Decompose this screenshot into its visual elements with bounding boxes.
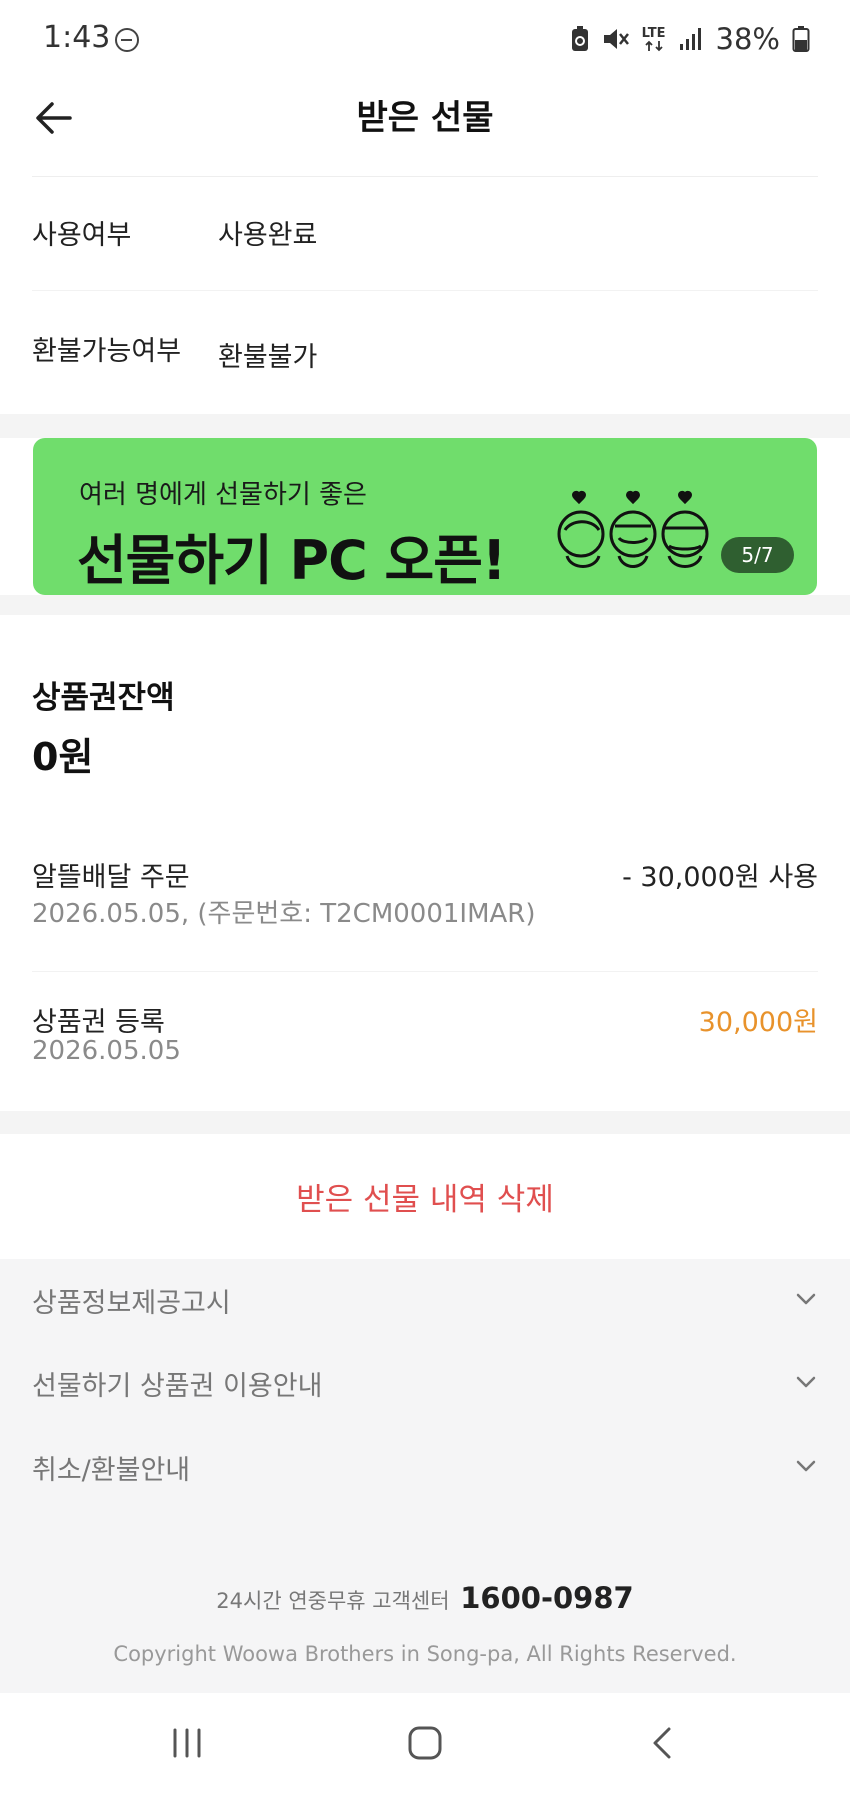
- do-not-disturb-icon: [115, 28, 139, 52]
- mute-icon: [602, 26, 630, 52]
- transaction-date: 2026.05.05, (주문번호: T2CM0001IMAR): [32, 899, 536, 929]
- banner-subtitle: 여러 명에게 선물하기 좋은: [79, 480, 367, 510]
- chevron-down-icon: [796, 1376, 816, 1388]
- transaction-amount: 30,000원: [698, 1007, 818, 1038]
- refund-status-label: 환불가능여부: [32, 336, 182, 367]
- section-gap: [0, 414, 850, 438]
- footer: 상품정보제공고시 선물하기 상품권 이용안내 취소/환불안내 24시간 연중무휴…: [0, 1259, 850, 1693]
- home-button[interactable]: [395, 1718, 455, 1768]
- transaction-title: 알뜰배달 주문: [32, 862, 190, 893]
- customer-service-text: 24시간 연중무휴 고객센터: [216, 1589, 450, 1613]
- lte-label: LTE: [641, 25, 666, 41]
- refund-status-value: 환불불가: [218, 342, 318, 373]
- recent-apps-button[interactable]: [157, 1718, 217, 1768]
- delete-gift-history-button[interactable]: 받은 선물 내역 삭제: [0, 1134, 850, 1259]
- nav-back-button[interactable]: [632, 1718, 692, 1768]
- banner-title: 선물하기 PC 오픈!: [77, 529, 507, 592]
- usage-status-label: 사용여부: [32, 220, 132, 251]
- transaction-item: 알뜰배달 주문 2026.05.05, (주문번호: T2CM0001IMAR)…: [32, 855, 818, 945]
- accordion-refund-guide[interactable]: 취소/환불안내: [32, 1434, 818, 1494]
- section-gap: [0, 1111, 850, 1134]
- accordion-product-info[interactable]: 상품정보제공고시: [32, 1267, 818, 1327]
- signal-icon: [678, 26, 704, 52]
- status-icons: LTE 38%: [570, 22, 810, 56]
- battery-percent: 38%: [715, 22, 780, 56]
- copyright: Copyright Woowa Brothers in Song-pa, All…: [113, 1642, 737, 1666]
- header-divider: [32, 176, 818, 177]
- lte-icon: LTE: [642, 27, 666, 52]
- accordion-label: 상품정보제공고시: [32, 1288, 231, 1319]
- row-divider: [32, 971, 818, 972]
- refund-status-row: 환불가능여부 환불불가: [32, 329, 818, 389]
- usage-status-row: 사용여부 사용완료: [32, 213, 818, 273]
- promo-banner[interactable]: 여러 명에게 선물하기 좋은 선물하기 PC 오픈! 5/7: [33, 438, 817, 595]
- page-title: 받은 선물: [356, 98, 494, 138]
- status-bar: 1:43 LTE 38%: [0, 0, 850, 80]
- balance-label: 상품권잔액: [32, 680, 175, 716]
- chevron-down-icon: [796, 1460, 816, 1472]
- battery-icon: [792, 25, 810, 53]
- accordion-label: 선물하기 상품권 이용안내: [32, 1371, 323, 1402]
- transaction-date: 2026.05.05: [32, 1036, 181, 1066]
- home-icon: [408, 1726, 442, 1760]
- back-icon: [653, 1727, 671, 1759]
- transaction-amount: - 30,000원 사용: [622, 862, 818, 893]
- transaction-title: 상품권 등록: [32, 1007, 165, 1038]
- customer-service-phone[interactable]: 1600-0987: [460, 1581, 633, 1615]
- balance-value: 0원: [32, 735, 94, 779]
- banner-page-counter: 5/7: [721, 537, 794, 573]
- app-header: 받은 선물: [0, 80, 850, 176]
- accordion-voucher-guide[interactable]: 선물하기 상품권 이용안내: [32, 1350, 818, 1410]
- usage-status-value: 사용완료: [218, 220, 318, 251]
- customer-service-line: 24시간 연중무휴 고객센터 1600-0987: [0, 1581, 850, 1615]
- chevron-down-icon: [796, 1293, 816, 1305]
- section-gap: [0, 595, 850, 615]
- status-time: 1:43: [43, 20, 111, 55]
- row-divider: [32, 290, 818, 291]
- transaction-item: 상품권 등록 2026.05.05 30,000원: [32, 1000, 818, 1090]
- battery-saver-icon: [570, 25, 590, 53]
- recent-apps-icon: [173, 1728, 201, 1758]
- accordion-label: 취소/환불안내: [32, 1455, 191, 1486]
- system-nav-bar: [0, 1693, 850, 1794]
- characters-illustration-icon: [557, 490, 709, 568]
